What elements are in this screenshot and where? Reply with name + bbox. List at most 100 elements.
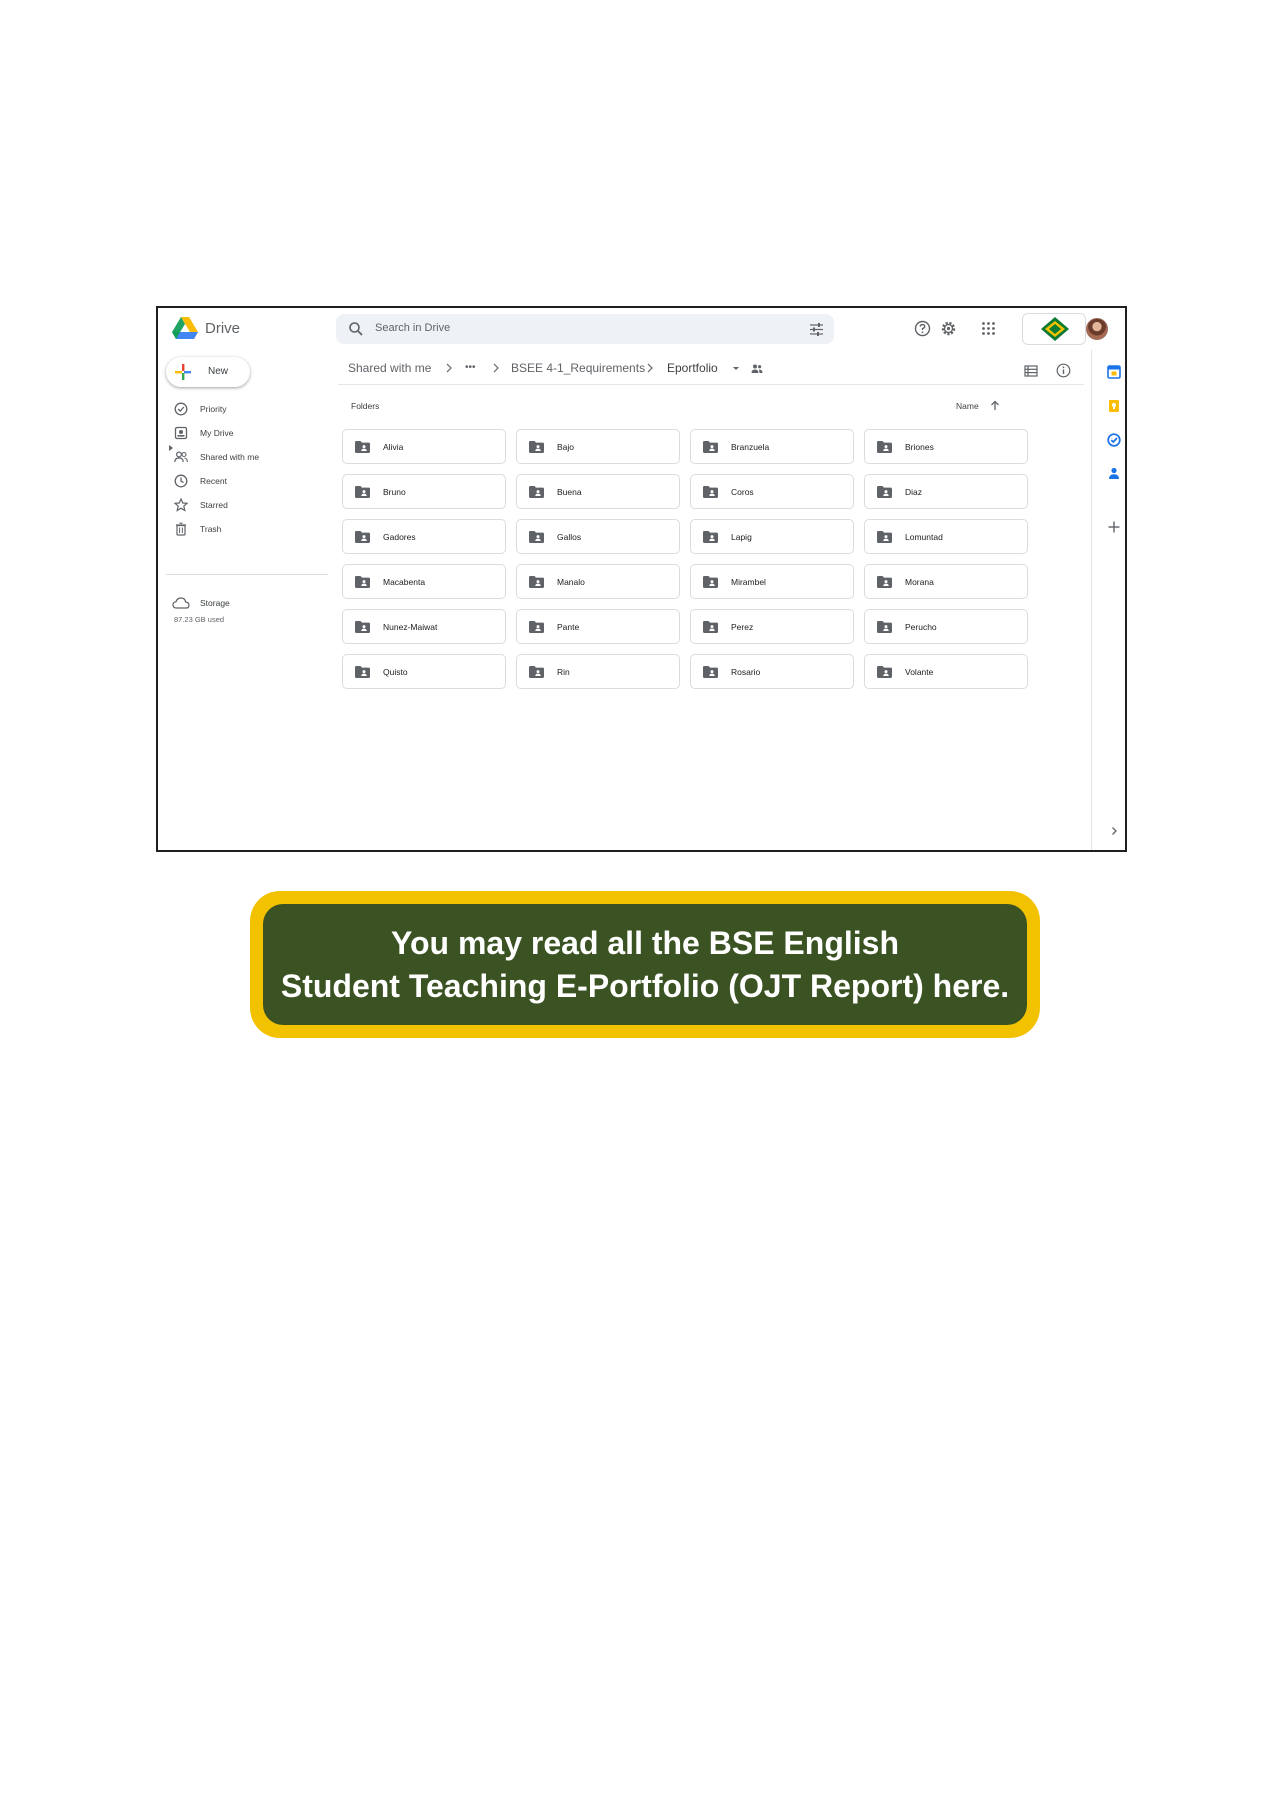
breadcrumb-item-shared[interactable]: Shared with me [348, 361, 431, 375]
side-panel-divider [1091, 350, 1092, 850]
sidebar-item-trash[interactable]: Trash [168, 520, 308, 540]
help-icon[interactable] [914, 320, 931, 337]
folder-item[interactable]: Quisto [342, 654, 506, 689]
shared-folder-icon [529, 621, 544, 633]
sidebar-item-my-drive[interactable]: My Drive [168, 424, 308, 444]
add-addon-icon[interactable] [1107, 520, 1121, 534]
banner-line-2: Student Teaching E-Portfolio (OJT Report… [280, 967, 1010, 1004]
shared-folder-icon [529, 576, 544, 588]
sidebar-item-starred[interactable]: Starred [168, 496, 308, 516]
shared-folder-icon [529, 441, 544, 453]
drive-screenshot: Drive Search in Drive New Priority My Dr… [156, 306, 1127, 852]
folder-name: Buena [557, 487, 582, 497]
folder-item[interactable]: Rosario [690, 654, 854, 689]
calendar-icon[interactable] [1107, 365, 1121, 379]
folder-item[interactable]: Alivia [342, 429, 506, 464]
cloud-icon [172, 597, 190, 609]
folder-item[interactable]: Morana [864, 564, 1028, 599]
search-icon [349, 322, 363, 336]
shared-icon [174, 451, 188, 463]
folder-item[interactable]: Briones [864, 429, 1028, 464]
folder-name: Gallos [557, 532, 582, 542]
caret-down-icon[interactable] [731, 363, 741, 373]
keep-icon[interactable] [1107, 399, 1121, 413]
folder-item[interactable]: Perucho [864, 609, 1028, 644]
list-view-icon[interactable] [1024, 364, 1038, 378]
breadcrumb: Shared with me ••• BSEE 4-1_Requirements… [348, 361, 848, 379]
folder-name: Mirambel [731, 577, 766, 587]
sidebar-divider [166, 574, 328, 575]
folder-name: Alivia [383, 442, 404, 452]
folder-item[interactable]: Bruno [342, 474, 506, 509]
organization-badge[interactable] [1022, 313, 1086, 345]
breadcrumb-more[interactable]: ••• [465, 362, 476, 373]
folder-item[interactable]: Volante [864, 654, 1028, 689]
folder-name: Bruno [383, 487, 406, 497]
banner-panel: You may read all the BSE English Student… [263, 904, 1027, 1025]
priority-icon [174, 402, 188, 416]
clock-icon [174, 474, 188, 488]
folder-name: Macabenta [383, 577, 426, 587]
arrow-up-icon[interactable] [990, 400, 1000, 411]
trash-icon [176, 522, 186, 536]
tasks-icon[interactable] [1107, 433, 1121, 447]
new-button-label: New [208, 366, 229, 377]
sidebar-item-storage[interactable]: Storage [168, 594, 308, 614]
folder-item[interactable]: Lomuntad [864, 519, 1028, 554]
folder-item[interactable]: Gallos [516, 519, 680, 554]
folder-item[interactable]: Mirambel [690, 564, 854, 599]
search-options-icon[interactable] [809, 322, 824, 337]
sidebar-item-label: Shared with me [200, 452, 260, 462]
folder-item[interactable]: Rin [516, 654, 680, 689]
sidebar-item-label: Trash [200, 524, 222, 534]
toolbar-divider [338, 384, 1084, 385]
folder-item[interactable]: Perez [690, 609, 854, 644]
info-icon[interactable] [1056, 363, 1071, 378]
chevron-right-icon[interactable] [1109, 826, 1119, 836]
my-drive-icon [174, 426, 188, 440]
sidebar-item-shared-with-me[interactable]: Shared with me [168, 448, 308, 468]
folders-section-label: Folders [351, 401, 380, 411]
portfolio-banner[interactable]: You may read all the BSE English Student… [250, 891, 1040, 1038]
shared-folder-icon [877, 666, 892, 678]
organization-logo-icon [1041, 317, 1069, 341]
folder-item[interactable]: Gadores [342, 519, 506, 554]
shared-folder-icon [529, 531, 544, 543]
new-button[interactable]: New [166, 357, 250, 387]
folder-item[interactable]: Buena [516, 474, 680, 509]
shared-folder-icon [355, 531, 370, 543]
folder-item[interactable]: Coros [690, 474, 854, 509]
sidebar-item-label: My Drive [200, 428, 234, 438]
folder-item[interactable]: Nunez-Maiwat [342, 609, 506, 644]
drive-logo-icon [172, 317, 198, 339]
search-bar[interactable]: Search in Drive [336, 314, 834, 344]
breadcrumb-current-folder[interactable]: Eportfolio [667, 361, 718, 375]
search-input[interactable]: Search in Drive [375, 322, 450, 334]
folder-item[interactable]: Pante [516, 609, 680, 644]
sidebar-item-priority[interactable]: Priority [168, 400, 308, 420]
folder-item[interactable]: Bajo [516, 429, 680, 464]
sort-by-name[interactable]: Name [956, 400, 1016, 414]
breadcrumb-item-requirements[interactable]: BSEE 4-1_Requirements [511, 361, 645, 375]
folder-item[interactable]: Macabenta [342, 564, 506, 599]
folder-name: Branzuela [731, 442, 770, 452]
shared-folder-icon [703, 666, 718, 678]
folder-item[interactable]: Diaz [864, 474, 1028, 509]
settings-gear-icon[interactable] [940, 320, 957, 337]
account-avatar[interactable] [1086, 318, 1108, 340]
folder-name: Briones [905, 442, 934, 452]
folder-item[interactable]: Manalo [516, 564, 680, 599]
sidebar-item-recent[interactable]: Recent [168, 472, 308, 492]
apps-grid-icon[interactable] [980, 320, 997, 337]
sidebar-item-label: Priority [200, 404, 227, 414]
shared-folder-icon [355, 576, 370, 588]
shared-folder-icon [355, 486, 370, 498]
top-bar: Drive Search in Drive [158, 308, 1125, 350]
shared-folder-icon [703, 621, 718, 633]
folder-item[interactable]: Lapig [690, 519, 854, 554]
folder-name: Perez [731, 622, 754, 632]
folder-item[interactable]: Branzuela [690, 429, 854, 464]
contacts-icon[interactable] [1107, 466, 1121, 480]
storage-label: Storage [200, 598, 230, 608]
folder-name: Lomuntad [905, 532, 943, 542]
